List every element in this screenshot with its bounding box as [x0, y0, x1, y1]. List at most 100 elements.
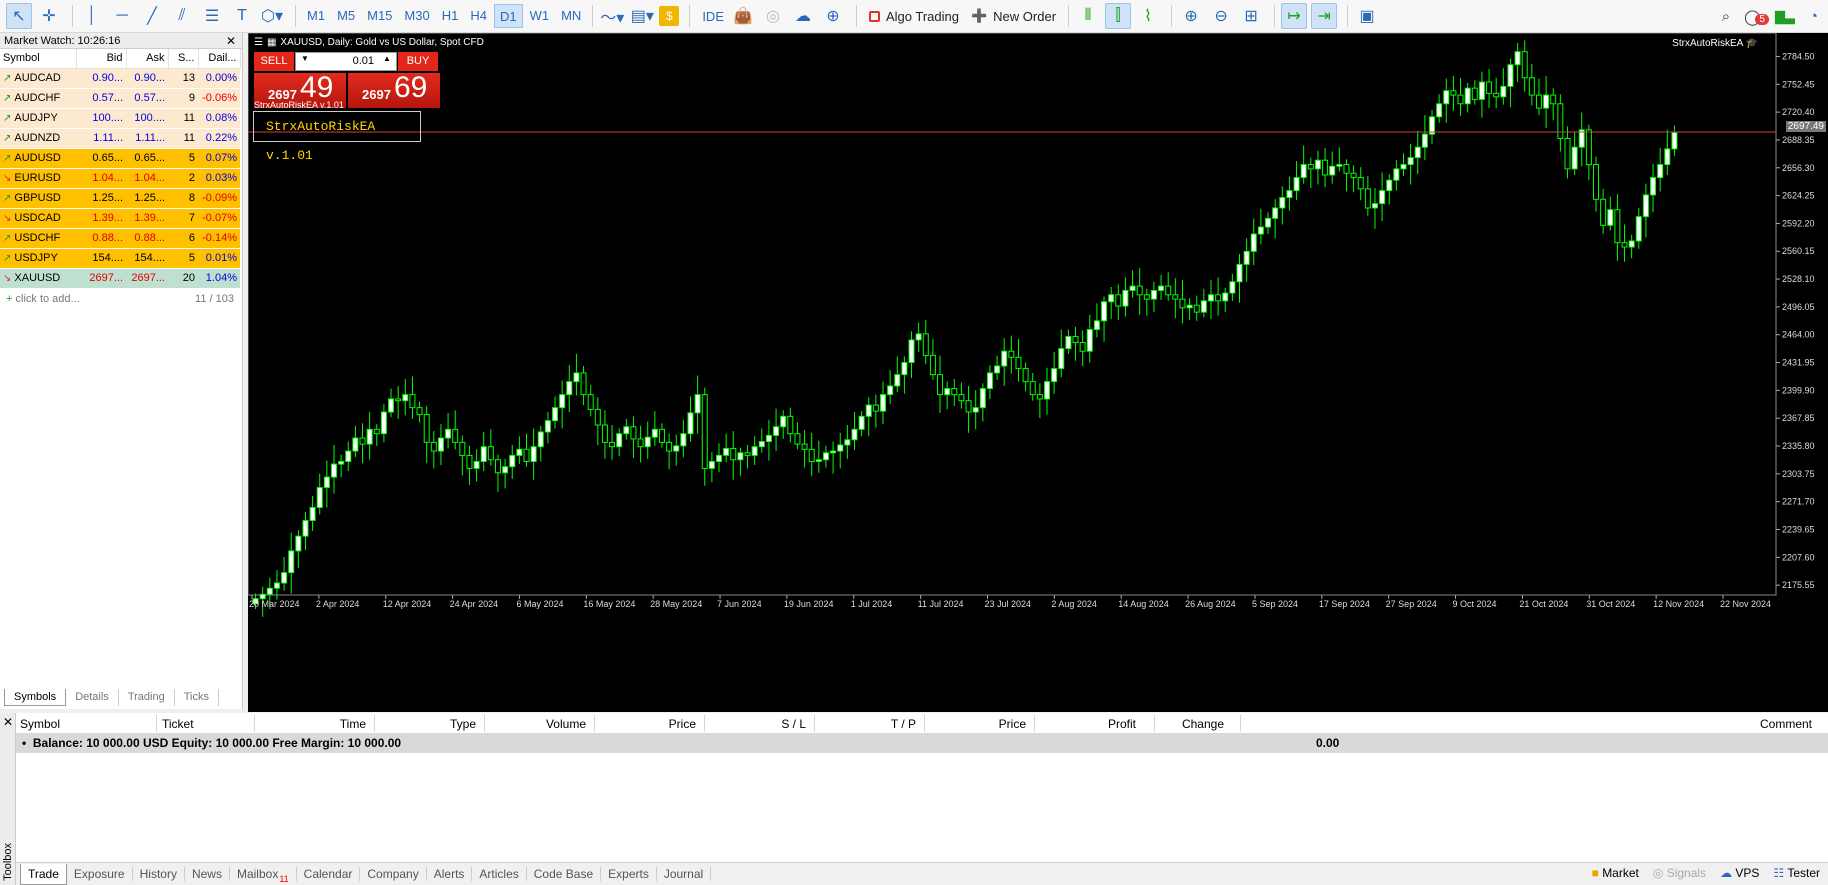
- tab-trading[interactable]: Trading: [119, 689, 175, 706]
- vertical-line-icon[interactable]: │: [79, 3, 105, 29]
- close-icon[interactable]: ✕: [226, 33, 236, 49]
- market-watch-row[interactable]: ↗ USDCHF 0.88... 0.88... 6 -0.14%: [0, 228, 240, 249]
- trade-column-header[interactable]: Time: [340, 717, 366, 731]
- trendline-icon[interactable]: ╱: [139, 3, 165, 29]
- market-watch-row[interactable]: ↘ XAUUSD 2697... 2697... 20 1.04%: [0, 268, 240, 289]
- candlestick-icon[interactable]: ⫿: [1105, 3, 1132, 29]
- market-watch-row[interactable]: ↗ AUDCAD 0.90... 0.90... 13 0.00%: [0, 68, 240, 89]
- market-watch-row[interactable]: ↗ AUDJPY 100.... 100.... 11 0.08%: [0, 108, 240, 129]
- templates-icon[interactable]: ▤▾: [629, 3, 655, 29]
- timeframe-m5[interactable]: M5: [332, 4, 360, 28]
- tab-articles[interactable]: Articles: [472, 867, 527, 881]
- tab-trade[interactable]: Trade: [20, 863, 67, 885]
- tab-ticks[interactable]: Ticks: [175, 689, 219, 706]
- column-header[interactable]: Bid: [76, 49, 127, 69]
- tab-journal[interactable]: Journal: [657, 867, 712, 881]
- trade-column-header[interactable]: Type: [450, 717, 476, 731]
- chart-menu-icon[interactable]: ☰: [254, 37, 263, 48]
- market-watch-row[interactable]: ↘ USDCAD 1.39... 1.39... 7 -0.07%: [0, 208, 240, 229]
- trade-column-header[interactable]: T / P: [891, 717, 916, 731]
- timeframe-m1[interactable]: M1: [302, 4, 330, 28]
- status-tester[interactable]: ☷ Tester: [1773, 866, 1820, 880]
- status-signals[interactable]: ◎ Signals: [1653, 866, 1706, 880]
- status-vps[interactable]: ☁ VPS: [1720, 866, 1759, 880]
- timeframe-h4[interactable]: H4: [465, 4, 492, 28]
- channel-icon[interactable]: ⫽: [169, 3, 195, 29]
- column-header[interactable]: Dail...: [198, 49, 241, 69]
- tab-details[interactable]: Details: [66, 689, 119, 706]
- status-market[interactable]: ■ Market: [1592, 866, 1639, 880]
- market-watch-row[interactable]: ↗ AUDCHF 0.57... 0.57... 9 -0.06%: [0, 88, 240, 109]
- zoom-out-icon[interactable]: ⊖: [1208, 3, 1234, 29]
- timeframe-m15[interactable]: M15: [362, 4, 397, 28]
- tab-alerts[interactable]: Alerts: [427, 867, 473, 881]
- shapes-icon[interactable]: ⬡▾: [259, 3, 285, 29]
- trade-column-header[interactable]: Profit: [1108, 717, 1136, 731]
- timeframe-mn[interactable]: MN: [556, 4, 586, 28]
- trade-column-header[interactable]: Price: [669, 717, 696, 731]
- new-order-button[interactable]: ➕ New Order: [965, 8, 1062, 24]
- lot-increase-icon[interactable]: ▲: [380, 54, 394, 63]
- vps-cloud-icon[interactable]: ☁: [790, 3, 816, 29]
- market-watch-row[interactable]: ↗ AUDNZD 1.11... 1.11... 11 0.22%: [0, 128, 240, 149]
- tile-windows-icon[interactable]: ⊞: [1238, 3, 1264, 29]
- column-header[interactable]: Ask: [126, 49, 169, 69]
- search-icon[interactable]: ⌕: [1722, 8, 1730, 25]
- column-header[interactable]: S...: [168, 49, 199, 69]
- market-bag-icon[interactable]: 👜: [730, 3, 756, 29]
- zoom-in-icon[interactable]: ⊕: [1178, 3, 1204, 29]
- column-header[interactable]: Symbol: [0, 49, 77, 69]
- timeframe-d1[interactable]: D1: [493, 4, 523, 28]
- crosshair-icon[interactable]: ✛: [36, 3, 62, 29]
- tab-symbols[interactable]: Symbols: [4, 689, 67, 706]
- market-watch-row[interactable]: ↗ USDJPY 154.... 154.... 5 0.01%: [0, 248, 240, 269]
- trade-column-header[interactable]: Ticket: [162, 717, 194, 731]
- tab-exposure[interactable]: Exposure: [67, 867, 133, 881]
- fibonacci-icon[interactable]: ☰: [199, 3, 225, 29]
- bar-chart-icon[interactable]: ⫴: [1075, 3, 1101, 29]
- chart-shift-icon[interactable]: ⇥: [1311, 3, 1338, 29]
- sell-button[interactable]: SELL: [254, 52, 294, 71]
- tab-calendar[interactable]: Calendar: [297, 867, 361, 881]
- buy-price-box[interactable]: 2697 69: [348, 71, 440, 108]
- tab-code-base[interactable]: Code Base: [527, 867, 602, 881]
- horizontal-line-icon[interactable]: ─: [109, 3, 135, 29]
- trade-column-header[interactable]: Price: [999, 717, 1026, 731]
- tab-experts[interactable]: Experts: [601, 867, 657, 881]
- chart-type-icon[interactable]: 〜▾: [599, 3, 625, 29]
- timeframe-h1[interactable]: H1: [437, 4, 464, 28]
- market-watch-row[interactable]: ↗ GBPUSD 1.25... 1.25... 8 -0.09%: [0, 188, 240, 209]
- text-tool-icon[interactable]: T: [229, 3, 255, 29]
- buy-button[interactable]: BUY: [398, 52, 438, 71]
- trade-column-header[interactable]: S / L: [781, 717, 806, 731]
- algo-trading-button[interactable]: Algo Trading: [863, 9, 965, 24]
- timeframe-w1[interactable]: W1: [525, 4, 555, 28]
- tab-company[interactable]: Company: [360, 867, 427, 881]
- ide-button[interactable]: IDE: [696, 9, 730, 24]
- notifications-icon[interactable]: ◯ 5: [1744, 8, 1769, 26]
- signals-icon[interactable]: ◎: [760, 3, 786, 29]
- cursor-icon[interactable]: ↖: [6, 3, 32, 29]
- trade-column-header[interactable]: Change: [1182, 717, 1224, 731]
- timeframe-m30[interactable]: M30: [399, 4, 434, 28]
- screenshot-icon[interactable]: ▣: [1354, 3, 1380, 29]
- trade-column-header[interactable]: Volume: [546, 717, 586, 731]
- line-chart-icon[interactable]: ⌇: [1135, 3, 1161, 29]
- lot-size-input[interactable]: ▼ 0.01 ▲: [295, 52, 397, 71]
- trade-column-header[interactable]: Comment: [1760, 717, 1812, 731]
- chart-window[interactable]: 2784.50 2752.45 2720.40 2688.35 2656.30 2624.…: [248, 33, 1828, 712]
- price-chart[interactable]: 2784.50 2752.45 2720.40 2688.35 2656.30 2624.…: [248, 33, 1828, 712]
- tab-history[interactable]: History: [133, 867, 185, 881]
- lot-dropdown-icon[interactable]: ▼: [298, 54, 312, 63]
- autoscroll-icon[interactable]: ↦: [1281, 3, 1308, 29]
- account-icon[interactable]: ◔: [1809, 8, 1818, 25]
- mql-icon[interactable]: ⊕: [820, 3, 846, 29]
- tab-mailbox[interactable]: Mailbox11: [230, 867, 297, 884]
- close-icon[interactable]: ✕: [3, 715, 13, 729]
- dollar-icon[interactable]: $: [659, 6, 680, 26]
- market-watch-row[interactable]: ↘ EURUSD 1.04... 1.04... 2 0.03%: [0, 168, 240, 189]
- trade-column-header[interactable]: Symbol: [20, 717, 60, 731]
- market-watch-row[interactable]: ↗ AUDUSD 0.65... 0.65... 5 0.07%: [0, 148, 240, 169]
- add-symbol-row[interactable]: + click to add... 11 / 103: [0, 289, 242, 309]
- tab-news[interactable]: News: [185, 867, 230, 881]
